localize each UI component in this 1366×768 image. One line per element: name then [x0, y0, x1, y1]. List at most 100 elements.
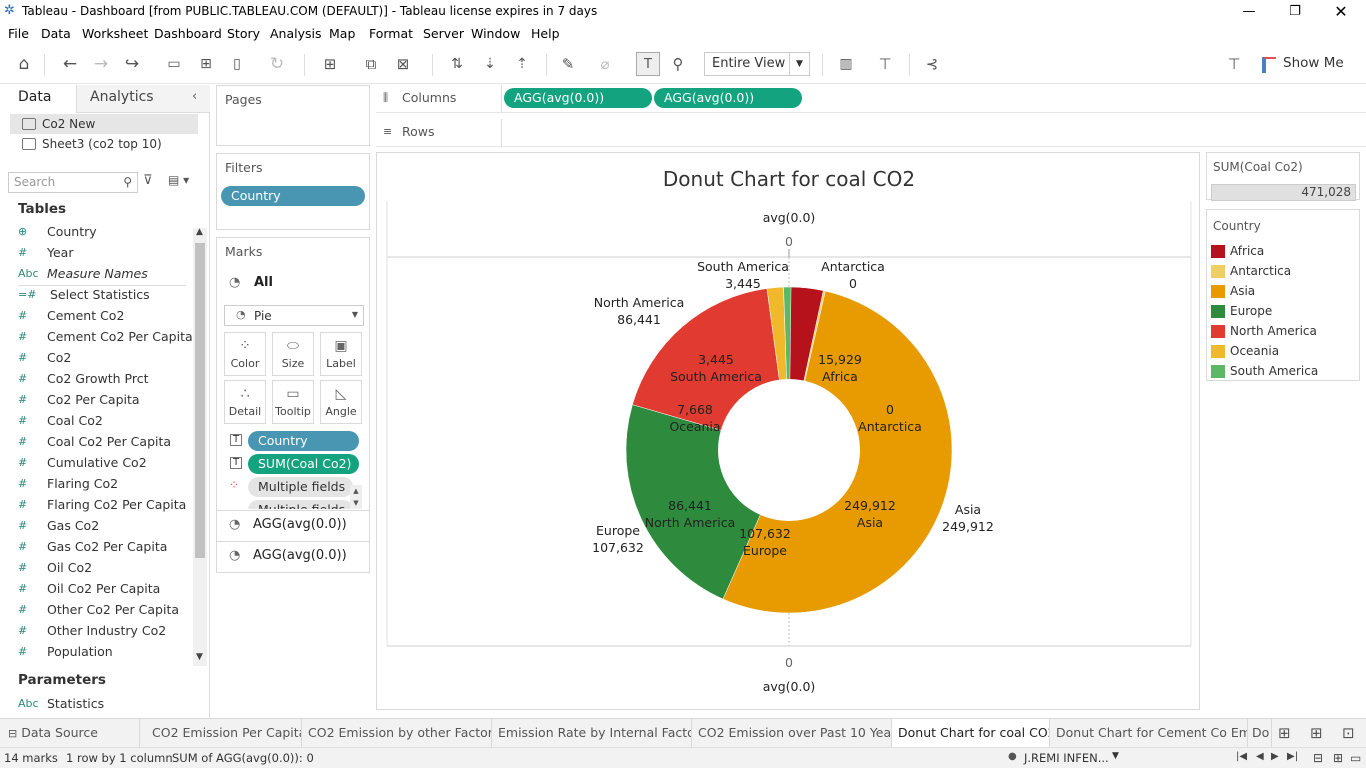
clear-sheet-icon[interactable]: ⊠	[391, 52, 415, 76]
marks-scroll-icon[interactable]: ▲ ▼	[350, 485, 362, 509]
tab-sheet[interactable]: Do	[1248, 719, 1272, 747]
label-button[interactable]: ▣ Label	[320, 332, 362, 376]
menu-map[interactable]: Map	[329, 26, 355, 41]
field-item[interactable]: # Cumulative Co2	[18, 452, 190, 473]
field-item[interactable]: # Cement Co2 Per Capita	[18, 326, 193, 347]
collapse-pane-icon[interactable]: ‹	[192, 89, 197, 104]
show-labels-icon[interactable]: T	[636, 52, 660, 76]
home-icon[interactable]: ⌂	[12, 52, 36, 76]
pin-icon[interactable]: ⚲	[666, 52, 690, 76]
field-item[interactable]: # Co2 Growth Prct	[18, 368, 190, 389]
legend-item[interactable]: Oceania	[1211, 341, 1359, 361]
tab-data[interactable]: Data	[0, 85, 77, 113]
new-worksheet-icon[interactable]: ⊞	[1278, 724, 1291, 742]
sort-ascending-icon[interactable]: ⇣	[478, 52, 502, 76]
field-item[interactable]: # Co2 Per Capita	[18, 389, 190, 410]
menu-dashboard[interactable]: Dashboard	[154, 26, 222, 41]
restore-button[interactable]: ❐	[1272, 2, 1318, 22]
swap-icon[interactable]: ⇅	[445, 52, 469, 76]
menu-help[interactable]: Help	[531, 26, 560, 41]
tab-sheet[interactable]: Emission Rate by Internal Factors	[492, 719, 692, 747]
scroll-up-icon[interactable]: ▲	[196, 227, 203, 237]
minimize-button[interactable]: —	[1226, 2, 1272, 22]
marks-pill-sum-coal[interactable]: SUM(Coal Co2)	[248, 454, 359, 474]
columns-shelf[interactable]: ⫼ Columns AGG(avg(0.0)) AGG(avg(0.0))	[376, 85, 1366, 113]
undo-icon[interactable]: ←	[58, 52, 82, 76]
size-button[interactable]: ⬭ Size	[272, 332, 314, 376]
rows-shelf[interactable]: ≡ Rows	[376, 119, 1366, 147]
field-item[interactable]: =# Select Statistics	[18, 284, 190, 305]
pause-updates-icon[interactable]: ▯	[225, 52, 249, 76]
close-button[interactable]: ✕	[1318, 2, 1364, 22]
show-me-button[interactable]: Show Me	[1283, 55, 1344, 71]
prev-sheet-icon[interactable]: ◀	[1256, 751, 1264, 762]
color-button[interactable]: ⁘ Color	[224, 332, 266, 376]
field-item[interactable]: # Oil Co2	[18, 557, 190, 578]
tab-sheet-active[interactable]: Donut Chart for coal CO2	[892, 719, 1050, 747]
tab-data-source[interactable]: ⊟ Data Source	[0, 719, 140, 747]
group-icon[interactable]: ⌀	[593, 52, 617, 76]
redo-icon[interactable]: →	[89, 52, 113, 76]
filmstrip-icon[interactable]: ⊞	[1333, 751, 1343, 765]
last-sheet-icon[interactable]: ▶|	[1287, 751, 1298, 762]
new-story-icon[interactable]: ⊡	[1342, 724, 1355, 742]
marks-agg-row[interactable]: AGG(avg(0.0))	[253, 548, 347, 563]
tab-sheet[interactable]: Donut Chart for Cement Co Emi...	[1050, 719, 1248, 747]
paint-format-icon[interactable]: ⊤	[1222, 52, 1246, 76]
field-item[interactable]: # Other Industry Co2	[18, 620, 190, 641]
tab-sheet[interactable]: CO2 Emission Per Capita	[146, 719, 302, 747]
refresh-icon[interactable]: ↻	[265, 52, 289, 76]
field-item[interactable]: # Cement Co2	[18, 305, 190, 326]
tooltip-button[interactable]: ▭ Tooltip	[272, 380, 314, 424]
field-item[interactable]: # Oil Co2 Per Capita	[18, 578, 190, 599]
menu-story[interactable]: Story	[227, 26, 260, 41]
columns-pill-1[interactable]: AGG(avg(0.0))	[504, 88, 652, 108]
new-datasource-icon[interactable]: ⊞	[194, 52, 218, 76]
datasource-item[interactable]: Sheet3 (co2 top 10)	[10, 134, 198, 154]
tab-sheet[interactable]: CO2 Emission by other Factors	[302, 719, 492, 747]
field-item[interactable]: # Flaring Co2 Per Capita	[18, 494, 190, 515]
tab-sheet[interactable]: CO2 Emission over Past 10 Years	[692, 719, 892, 747]
field-item[interactable]: # Coal Co2 Per Capita	[18, 431, 190, 452]
scroll-down-icon[interactable]: ▼	[196, 652, 203, 662]
show-me-icon[interactable]	[1262, 57, 1276, 73]
field-item[interactable]: # Population	[18, 641, 190, 662]
chart-view[interactable]: Donut Chart for coal CO2 avg(0.0) 0 0 av…	[376, 152, 1200, 710]
show-cards-icon[interactable]: ▥	[834, 52, 858, 76]
tab-analytics[interactable]: Analytics ‹	[77, 85, 210, 113]
first-sheet-icon[interactable]: |◀	[1236, 751, 1247, 762]
field-item[interactable]: # Year	[18, 242, 190, 263]
marks-all-label[interactable]: All	[254, 275, 273, 290]
highlight-icon[interactable]: ✎	[556, 52, 580, 76]
parameter-item[interactable]: Abc Statistics	[18, 693, 190, 714]
field-item[interactable]: # Co2	[18, 347, 190, 368]
pages-card[interactable]: Pages	[216, 85, 370, 146]
search-icon[interactable]: ⚲	[123, 173, 132, 192]
marks-pill-multiple-fields[interactable]: Multiple fields	[248, 500, 353, 509]
detail-button[interactable]: ∴ Detail	[224, 380, 266, 424]
marks-pill-multiple-fields[interactable]: Multiple fields	[248, 477, 353, 497]
columns-pill-2[interactable]: AGG(avg(0.0))	[654, 88, 802, 108]
new-dashboard-icon[interactable]: ⊞	[1310, 724, 1323, 742]
size-legend[interactable]: SUM(Coal Co2) 471,028	[1206, 152, 1360, 201]
filters-card[interactable]: Filters Country	[216, 153, 370, 230]
scrollbar-thumb[interactable]	[195, 243, 205, 558]
field-search-input[interactable]: Search ⚲	[8, 172, 138, 193]
field-item[interactable]: # Gas Co2 Per Capita	[18, 536, 190, 557]
legend-item[interactable]: Antarctica	[1211, 261, 1359, 281]
field-item[interactable]: # Other Co2 Per Capita	[18, 599, 190, 620]
field-item[interactable]: # Flaring Co2	[18, 473, 190, 494]
menu-data[interactable]: Data	[41, 26, 71, 41]
filter-pill-country[interactable]: Country	[221, 186, 365, 206]
legend-item[interactable]: North America	[1211, 321, 1359, 341]
presentation-mode-icon[interactable]: ⊤	[873, 52, 897, 76]
menu-window[interactable]: Window	[471, 26, 520, 41]
field-item[interactable]: # Gas Co2	[18, 515, 190, 536]
share-icon[interactable]: ⊰	[920, 52, 944, 76]
view-options-icon[interactable]: ▤ ▾	[168, 173, 189, 187]
legend-item[interactable]: Asia	[1211, 281, 1359, 301]
save-icon[interactable]: ▭	[162, 52, 186, 76]
tabs-icon[interactable]: ▭	[1350, 751, 1361, 765]
mark-type-dropdown[interactable]: ◔ Pie ▼	[224, 305, 364, 326]
menu-format[interactable]: Format	[369, 26, 413, 41]
